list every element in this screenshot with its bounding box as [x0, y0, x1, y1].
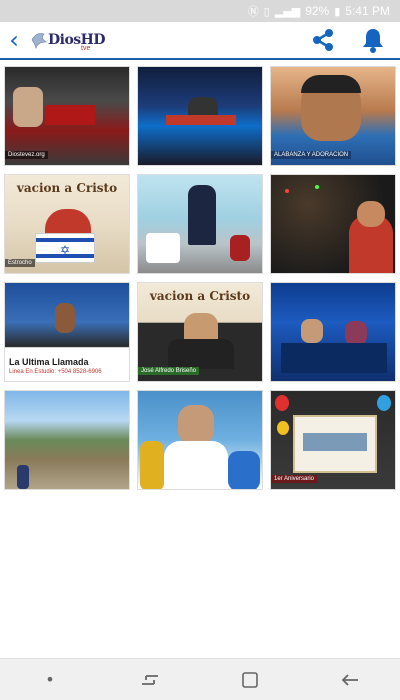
header-actions — [306, 23, 400, 57]
video-thumbnail[interactable] — [137, 174, 263, 274]
home-button[interactable] — [230, 665, 270, 695]
video-grid: Diostevez.org ALABANZA Y ADORACION vacio… — [4, 66, 396, 490]
recent-apps-icon — [142, 674, 158, 685]
video-thumbnail[interactable]: La Ultima Llamada Linea En Estudio: +504… — [4, 282, 130, 382]
nav-dot-button[interactable]: • — [30, 665, 70, 695]
tile-caption: La Ultima Llamada — [9, 357, 89, 367]
tile-caption: José Alfredo Briseño — [138, 367, 200, 375]
video-thumbnail[interactable] — [137, 66, 263, 166]
video-thumbnail[interactable]: Diostevez.org — [4, 66, 130, 166]
vibrate-icon: ▯ — [263, 4, 270, 18]
tile-subcaption: Linea En Estudio: +504 8528-6906 — [9, 369, 102, 375]
tile-caption: ALABANZA Y ADORACION — [271, 151, 352, 159]
share-button[interactable] — [306, 23, 340, 57]
clock: 5:41 PM — [345, 4, 390, 18]
share-icon — [313, 29, 333, 51]
dot-icon: • — [45, 670, 55, 689]
video-thumbnail[interactable] — [137, 390, 263, 490]
back-button[interactable]: ‹ — [0, 21, 28, 59]
notifications-button[interactable] — [356, 23, 390, 57]
tile-headline: vacion a Cristo — [16, 181, 118, 195]
app-logo: DiosHD tve — [30, 21, 114, 59]
tile-headline: vacion a Cristo — [149, 289, 251, 303]
nfc-icon: Ⓝ — [247, 5, 259, 18]
tile-caption: Diostevez.org — [5, 151, 48, 159]
chevron-left-icon: ‹ — [9, 26, 19, 54]
home-icon — [242, 671, 258, 688]
status-bar: Ⓝ ▯ ▂▄▆ 92% ▮ 5:41 PM — [0, 0, 400, 22]
bell-icon — [363, 29, 383, 53]
signal-icon: ▂▄▆ — [274, 4, 301, 18]
recent-apps-button[interactable] — [130, 665, 170, 695]
back-arrow-icon — [341, 673, 358, 686]
video-thumbnail[interactable] — [270, 174, 396, 274]
app-bar: ‹ DiosHD tve — [0, 22, 400, 60]
logo-text: DiosHD — [48, 32, 106, 48]
video-thumbnail[interactable] — [270, 282, 396, 382]
video-thumbnail[interactable]: 1er Aniversario — [270, 390, 396, 490]
logo-subtext: tve — [81, 44, 91, 52]
back-nav-button[interactable] — [330, 665, 370, 695]
system-nav-bar: • — [0, 658, 400, 700]
video-thumbnail[interactable]: ALABANZA Y ADORACION — [270, 66, 396, 166]
battery-icon: ▮ — [334, 4, 341, 18]
tile-caption: 1er Aniversario — [271, 475, 318, 483]
video-thumbnail[interactable]: vacion a Cristo José Alfredo Briseño — [137, 282, 263, 382]
video-thumbnail[interactable]: vacion a Cristo ✡ Estrocho — [4, 174, 130, 274]
video-thumbnail[interactable] — [4, 390, 130, 490]
battery-percent: 92% — [305, 4, 330, 18]
tile-caption: Estrocho — [5, 259, 35, 267]
dove-logo-icon — [31, 33, 47, 49]
